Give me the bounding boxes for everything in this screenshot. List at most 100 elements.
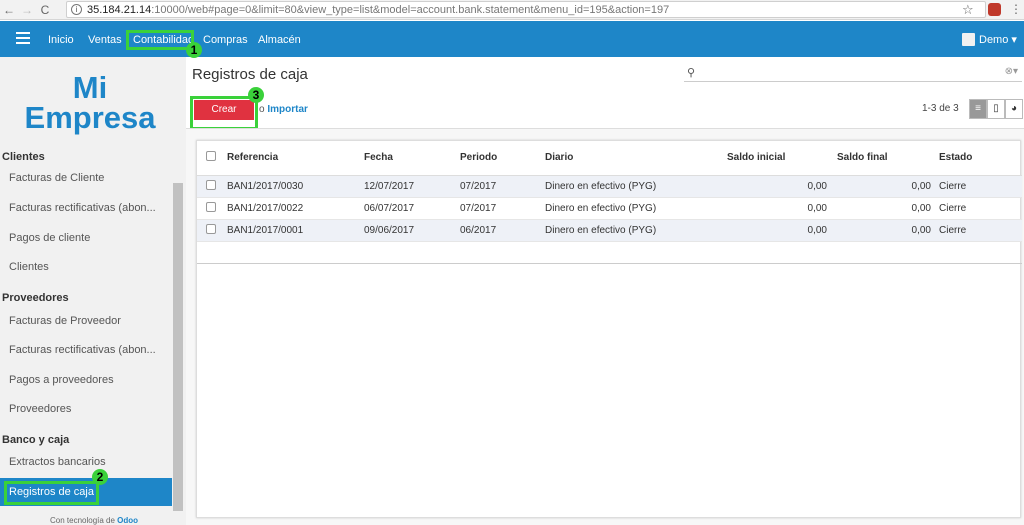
step-badge-3: 3 [248,87,264,103]
graph-view-icon[interactable]: ◕ [1005,99,1023,119]
select-all-checkbox[interactable] [206,151,216,162]
pager: 1-3 de 3 [922,103,959,114]
sidebar-scrollbar[interactable] [173,183,183,511]
contabilidad-highlight [126,30,194,50]
col-saldo-inicial[interactable]: Saldo inicial [727,141,827,176]
import-link[interactable]: o Importar [259,104,308,115]
user-menu[interactable]: Demo ▾ [979,33,1017,46]
company-logo: Mi Empresa [20,70,160,135]
cell-saldo-final: 0,00 [827,175,931,198]
col-estado[interactable]: Estado [931,141,1022,176]
import-prefix: o [259,104,265,115]
registros-highlight [4,481,99,505]
sidebar-item-pagos-proveedores[interactable]: Pagos a proveedores [0,366,172,394]
row-checkbox[interactable] [206,201,216,212]
browser-toolbar: ← → C i 35.184.21.14:10000/web#page=0&li… [0,0,1024,20]
bookmark-star-icon[interactable]: ☆ [962,2,974,18]
col-referencia[interactable]: Referencia [227,141,364,176]
sidebar-item-rectificativas-proveedor[interactable]: Facturas rectificativas (abon... [0,336,172,364]
cell-diario: Dinero en efectivo (PYG) [545,175,727,198]
col-diario[interactable]: Diario [545,141,727,176]
cell-saldo-inicial: 0,00 [727,175,827,198]
url-host: 35.184.21.14 [87,3,152,16]
sidebar-item-rectificativas-cliente[interactable]: Facturas rectificativas (abon... [0,194,172,222]
url-path: :10000/web#page=0&limit=80&view_type=lis… [151,3,670,16]
cell-periodo: 06/2017 [460,219,545,242]
search-options-icon[interactable]: ⊗▾ [1005,66,1018,77]
sidebar: Mi Empresa Clientes Facturas de Cliente … [0,57,186,525]
statements-table: Referencia Fecha Periodo Diario Saldo in… [197,141,1022,242]
select-all-cell [197,141,227,176]
sidebar-item-proveedores[interactable]: Proveedores [0,395,172,423]
col-saldo-final[interactable]: Saldo final [827,141,931,176]
table-row[interactable]: BAN1/2017/0001 09/06/2017 06/2017 Dinero… [197,219,1022,242]
cell-estado: Cierre [931,197,1022,220]
logo-line-2: Empresa [24,100,156,135]
create-highlight [190,96,258,130]
nav-compras[interactable]: Compras [203,34,248,46]
extension-icon[interactable] [988,3,1001,16]
sidebar-item-facturas-proveedor[interactable]: Facturas de Proveedor [0,307,172,335]
import-label[interactable]: Importar [267,104,308,115]
cell-saldo-final: 0,00 [827,197,931,220]
sidebar-section-proveedores: Proveedores [2,292,69,304]
hamburger-menu-icon[interactable] [16,32,30,44]
cell-periodo: 07/2017 [460,197,545,220]
search-icon: ⚲ [687,67,696,79]
row-select-cell [197,219,227,242]
sidebar-item-pagos-cliente[interactable]: Pagos de cliente [0,224,172,252]
list-view-icon[interactable]: ≡ [969,99,987,119]
row-select-cell [197,197,227,220]
cell-diario: Dinero en efectivo (PYG) [545,219,727,242]
cell-periodo: 07/2017 [460,175,545,198]
forward-icon[interactable]: → [18,3,36,17]
cell-fecha: 06/07/2017 [364,197,460,220]
user-avatar [962,33,975,46]
col-fecha[interactable]: Fecha [364,141,460,176]
step-badge-2: 2 [92,469,108,485]
sidebar-item-clientes[interactable]: Clientes [0,253,172,281]
cell-fecha: 09/06/2017 [364,219,460,242]
table-header: Referencia Fecha Periodo Diario Saldo in… [197,141,1022,176]
cell-estado: Cierre [931,175,1022,198]
table-row[interactable]: BAN1/2017/0022 06/07/2017 07/2017 Dinero… [197,197,1022,220]
sidebar-section-banco: Banco y caja [2,434,70,446]
nav-ventas[interactable]: Ventas [88,34,122,46]
nav-almacen[interactable]: Almacén [258,34,301,46]
cell-saldo-inicial: 0,00 [727,219,827,242]
search-input[interactable]: ⚲ ⊗▾ [684,64,1022,82]
table-row[interactable]: BAN1/2017/0030 12/07/2017 07/2017 Dinero… [197,175,1022,198]
powered-by: Con tecnología de Odoo [50,516,138,525]
logo-line-1: Mi [72,70,108,105]
sidebar-section-clientes: Clientes [2,151,45,163]
nav-inicio[interactable]: Inicio [48,34,74,46]
cell-saldo-final: 0,00 [827,219,931,242]
back-icon[interactable]: ← [0,3,18,17]
row-checkbox[interactable] [206,223,216,234]
table-footer-line [197,263,1022,264]
cell-saldo-inicial: 0,00 [727,197,827,220]
row-checkbox[interactable] [206,179,216,190]
cell-referencia: BAN1/2017/0001 [227,219,364,242]
browser-menu-icon[interactable]: ⋮ [1010,2,1022,16]
powered-prefix: Con tecnología de [50,516,115,525]
view-switcher: ≡ ▯ ◕ [969,99,1023,119]
cell-referencia: BAN1/2017/0030 [227,175,364,198]
step-badge-1: 1 [186,42,202,58]
cell-referencia: BAN1/2017/0022 [227,197,364,220]
powered-brand[interactable]: Odoo [117,516,138,525]
top-navbar: Inicio Ventas Contabilidad Compras Almac… [0,21,1024,58]
info-icon[interactable]: i [71,4,82,15]
address-bar[interactable]: i 35.184.21.14:10000/web#page=0&limit=80… [66,1,986,18]
page-title: Registros de caja [192,66,308,83]
sidebar-item-extractos[interactable]: Extractos bancarios [0,448,172,476]
sidebar-item-facturas-cliente[interactable]: Facturas de Cliente [0,164,172,192]
row-select-cell [197,175,227,198]
cell-estado: Cierre [931,219,1022,242]
cell-diario: Dinero en efectivo (PYG) [545,197,727,220]
reload-icon[interactable]: C [36,3,54,17]
form-view-icon[interactable]: ▯ [987,99,1005,119]
cell-fecha: 12/07/2017 [364,175,460,198]
col-periodo[interactable]: Periodo [460,141,545,176]
list-view: Referencia Fecha Periodo Diario Saldo in… [196,140,1022,518]
